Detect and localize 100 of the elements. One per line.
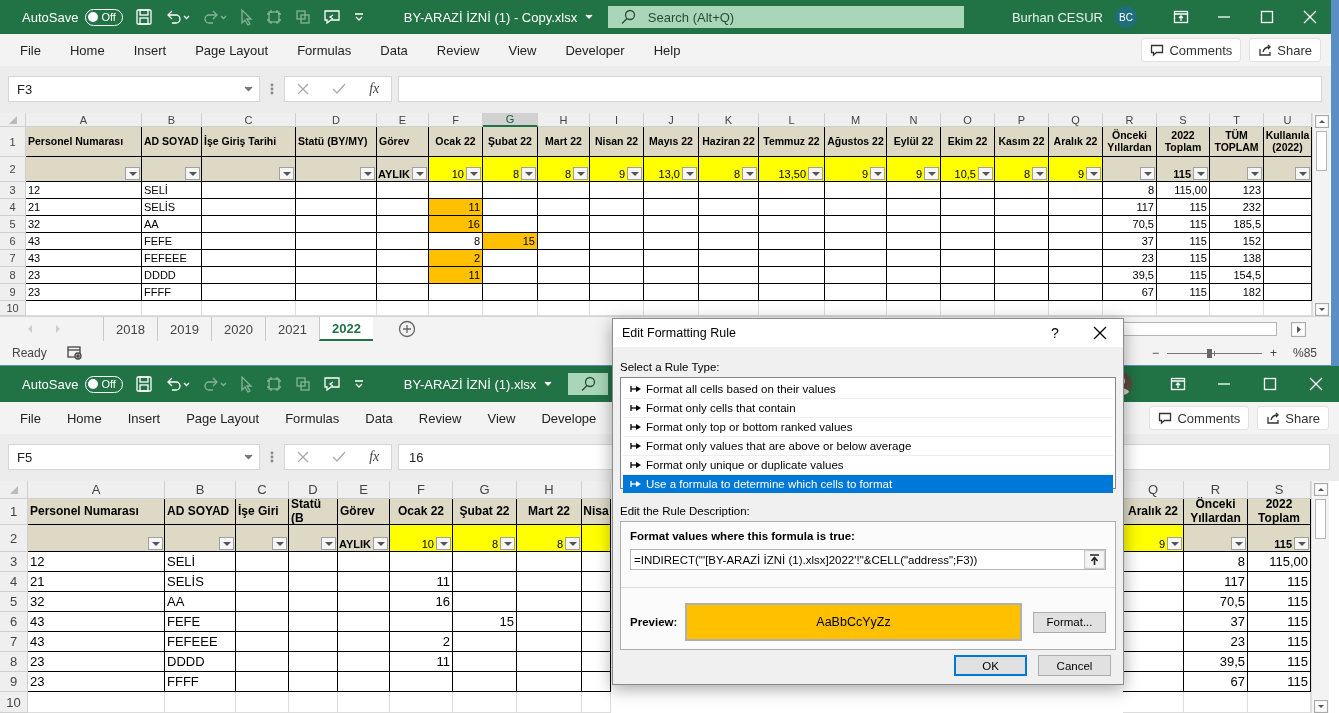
column-heading: AD SOYAD	[165, 499, 236, 525]
autosave-label: AutoSave	[22, 376, 79, 392]
table-cell: 23	[1103, 250, 1157, 267]
column-heading: Görev	[338, 499, 390, 525]
table-cell: 37	[1103, 233, 1157, 250]
filter-value: 8	[1022, 168, 1030, 180]
column-heading: 2022 Toplam	[1157, 127, 1210, 157]
table-cell: 32	[28, 592, 165, 612]
table-cell: 21	[26, 199, 142, 216]
column-heading: Statü (BY/MY)	[296, 127, 377, 157]
user-name: Burhan CESUR	[1011, 9, 1103, 25]
table-cell: 16	[429, 216, 483, 233]
table-cell: SELİS	[142, 199, 202, 216]
column-heading: Önceki Yıllardan	[1103, 127, 1157, 157]
column-heading: Kullanıla (2022)	[1264, 127, 1312, 157]
table-cell: 43	[28, 632, 165, 652]
column-heading: Personel Numarası	[28, 499, 165, 525]
table-cell: 115	[1157, 216, 1210, 233]
table-cell: 115	[1157, 233, 1210, 250]
table-cell: 115	[1157, 250, 1210, 267]
preview-label: Preview:	[630, 616, 679, 628]
table-cell: 11	[390, 572, 453, 592]
column-heading: İşe Giriş Tarihi	[202, 127, 296, 157]
table-cell: 2	[390, 632, 453, 652]
table-cell: 115	[1157, 267, 1210, 284]
table-cell: 43	[26, 250, 142, 267]
status-text: Ready	[12, 346, 47, 360]
table-cell: 12	[28, 552, 165, 572]
column-heading: Aralık 22	[1049, 127, 1103, 157]
table-cell: FFFF	[165, 672, 236, 692]
filter-value: 9	[617, 168, 625, 180]
filter-value: 115	[1172, 168, 1191, 180]
table-cell: 67	[1184, 672, 1248, 692]
table-cell: 11	[429, 267, 483, 284]
filter-value: 8	[511, 168, 519, 180]
filter-value: 9	[1157, 538, 1165, 550]
filter-value: 10	[420, 538, 434, 550]
column-heading: Şubat 22	[483, 127, 538, 157]
column-heading: 2022 Toplam	[1248, 499, 1311, 525]
column-heading: Personel Numarası	[26, 127, 142, 157]
table-cell: SELİ	[165, 552, 236, 572]
table-cell: 39,5	[1184, 652, 1248, 672]
table-cell: FEFE	[142, 233, 202, 250]
autosave-label: AutoSave	[22, 9, 79, 25]
column-heading: Haziran 22	[699, 127, 759, 157]
filter-value: 8	[555, 538, 563, 550]
table-cell: 182	[1210, 284, 1264, 301]
table-cell: 138	[1210, 250, 1264, 267]
column-heading: Ocak 22	[429, 127, 483, 157]
filter-value: 8	[490, 538, 498, 550]
table-cell: 70,5	[1184, 592, 1248, 612]
table-cell: 23	[28, 672, 165, 692]
table-cell: 21	[28, 572, 165, 592]
table-cell: 152	[1210, 233, 1264, 250]
table-cell: FEFE	[165, 612, 236, 632]
filter-value: 9	[1076, 168, 1084, 180]
table-cell: 232	[1210, 199, 1264, 216]
table-cell: 70,5	[1103, 216, 1157, 233]
table-cell: FEFEEE	[142, 250, 202, 267]
filter-value: 13,50	[777, 168, 806, 180]
table-cell: 12	[26, 182, 142, 199]
table-cell: 43	[26, 233, 142, 250]
table-cell: FFFF	[142, 284, 202, 301]
table-cell: 115,00	[1157, 182, 1210, 199]
table-cell: 39,5	[1103, 267, 1157, 284]
section-label: Edit the Rule Description:	[620, 503, 751, 518]
column-heading: İşe Giri	[236, 499, 289, 525]
table-cell: 15	[453, 612, 517, 632]
table-cell: 16	[390, 592, 453, 612]
table-cell: 117	[1184, 572, 1248, 592]
column-heading: Görev	[377, 127, 429, 157]
column-heading: Statü (B	[289, 499, 338, 525]
table-cell: 115	[1157, 199, 1210, 216]
table-cell: 123	[1210, 182, 1264, 199]
column-heading: AD SOYAD	[142, 127, 202, 157]
filter-value: 13,0	[657, 168, 680, 180]
column-heading: Ocak 22	[390, 499, 453, 525]
filter-value: 8	[732, 168, 740, 180]
filter-value: 115	[1273, 538, 1292, 550]
column-heading: TÜM TOPLAM	[1210, 127, 1264, 157]
filter-value: 9	[914, 168, 922, 180]
window-title: BY-ARAZİ İZNİ (1) - Copy.xlsx	[403, 9, 578, 25]
format-preview: AaBbCcYyZz	[685, 603, 1022, 641]
column-heading: Kasım 22	[995, 127, 1049, 157]
table-cell: 8	[1184, 552, 1248, 572]
table-cell: AA	[165, 592, 236, 612]
column-heading: Nisan 22	[590, 127, 644, 157]
filter-value: AYLIK	[339, 538, 371, 550]
column-heading: Mart 22	[538, 127, 590, 157]
table-cell: AA	[142, 216, 202, 233]
table-cell: DDDD	[165, 652, 236, 672]
column-heading: Nisa	[582, 499, 611, 525]
table-cell: 32	[26, 216, 142, 233]
table-cell: 185,5	[1210, 216, 1264, 233]
filter-value: AYLIK	[378, 168, 410, 180]
table-cell: 8	[1103, 182, 1157, 199]
filter-value: 8	[563, 168, 571, 180]
table-cell: SELİ	[142, 182, 202, 199]
filter-value: 10	[450, 168, 464, 180]
table-cell: 37	[1184, 612, 1248, 632]
